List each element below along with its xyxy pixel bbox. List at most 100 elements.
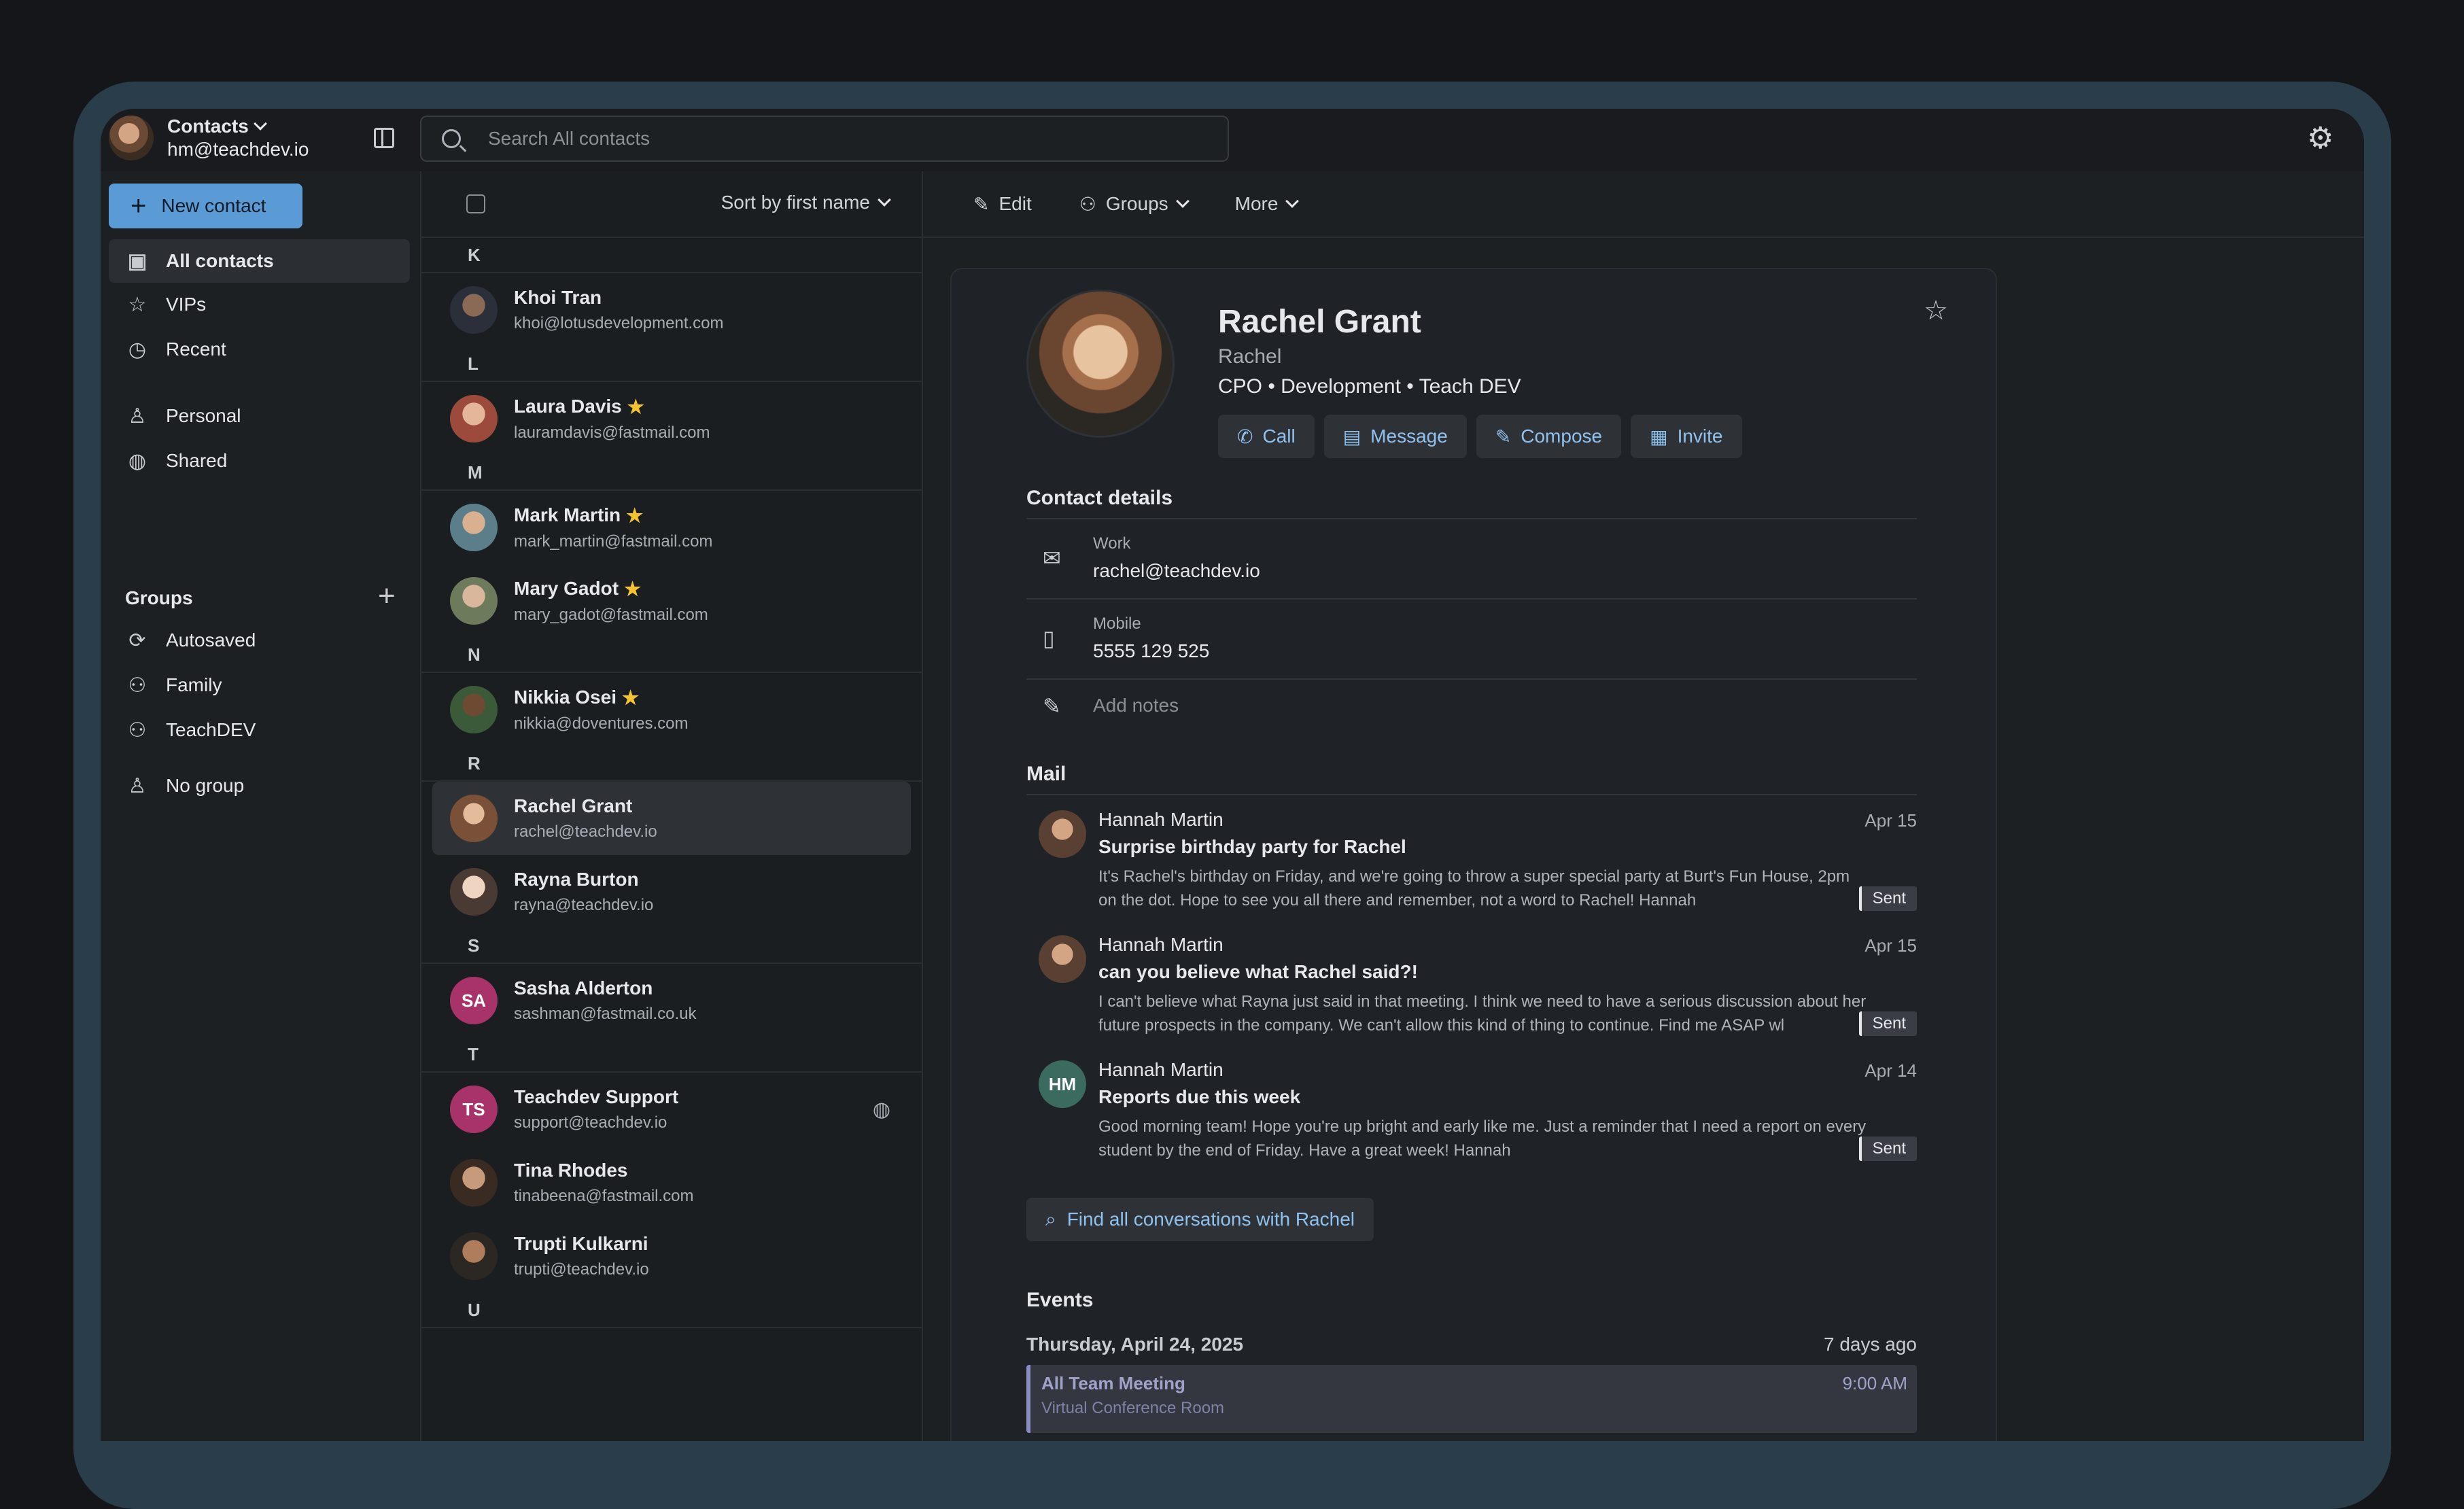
- invite-label: Invite: [1677, 426, 1723, 447]
- mobile-field[interactable]: ▯ Mobile 5555 129 525: [1026, 600, 1917, 678]
- contacts-window: Contacts hm@teachdev.io Search All conta…: [101, 109, 2364, 1441]
- list-item[interactable]: Mark Martin ★ mark_martin@fastmail.com: [432, 491, 911, 564]
- sidebar-item-shared[interactable]: ◍ Shared: [109, 439, 410, 483]
- sort-label: Sort by first name: [721, 192, 870, 213]
- event-title: All Team Meeting: [1041, 1373, 1185, 1393]
- list-item[interactable]: Rachel Grant rachel@teachdev.io: [432, 782, 911, 855]
- mail-item[interactable]: Hannah Martin Apr 15 Surprise birthday p…: [1026, 795, 1917, 918]
- sidebar-item-label: TeachDEV: [166, 719, 256, 740]
- contact-detail-pane: ✎ Edit ⚇ Groups More Rachel Grant Rachel C…: [923, 171, 2364, 1441]
- compose-button[interactable]: ✎ Compose: [1476, 415, 1622, 458]
- list-item[interactable]: Mary Gadot ★ mary_gadot@fastmail.com: [432, 564, 911, 638]
- list-item[interactable]: Tina Rhodes tinabeena@fastmail.com: [432, 1146, 911, 1219]
- sidebar: + New contact ▣ All contacts ☆ VIPs ◷ Recent…: [101, 171, 420, 1441]
- people-icon: ⚇: [1079, 193, 1096, 215]
- avatar: [450, 577, 498, 625]
- select-all-checkbox[interactable]: [466, 194, 485, 213]
- event-relative-time: 7 days ago: [1824, 1334, 1917, 1355]
- search-input[interactable]: Search All contacts: [488, 128, 650, 150]
- event-item[interactable]: All Team Meeting 9:00 AM Virtual Confere…: [1026, 1365, 1917, 1433]
- letter-header: M: [421, 455, 922, 491]
- sidebar-toggle-icon[interactable]: [374, 128, 394, 148]
- field-value[interactable]: 5555 129 525: [1093, 640, 1209, 662]
- sidebar-item-teachdev[interactable]: ⚇ TeachDEV: [109, 708, 410, 752]
- field-label: Work: [1093, 534, 1131, 553]
- contact-card: Rachel Grant Rachel CPO • Development • …: [950, 268, 1997, 1441]
- field-label: Mobile: [1093, 614, 1141, 633]
- list-item[interactable]: Trupti Kulkarni trupti@teachdev.io: [432, 1219, 911, 1293]
- avatar: [450, 1159, 498, 1207]
- list-item[interactable]: Khoi Tran khoi@lotusdevelopment.com: [432, 273, 911, 347]
- sidebar-item-no-group[interactable]: ♙ No group: [109, 764, 410, 808]
- profile-name: Rachel Grant: [1218, 304, 1421, 340]
- top-bar: Contacts hm@teachdev.io Search All conta…: [101, 109, 2364, 171]
- plus-icon: +: [131, 190, 147, 221]
- list-item[interactable]: TS Teachdev Support support@teachdev.io ◍: [432, 1073, 911, 1146]
- sidebar-item-family[interactable]: ⚇ Family: [109, 663, 410, 707]
- sort-dropdown[interactable]: Sort by first name: [721, 192, 891, 213]
- sidebar-item-recent[interactable]: ◷ Recent: [109, 328, 410, 371]
- sidebar-item-personal[interactable]: ♙ Personal: [109, 394, 410, 438]
- star-icon[interactable]: ☆: [1924, 295, 1948, 326]
- notes-field[interactable]: ✎ Add notes: [1026, 680, 1917, 734]
- sidebar-item-vips[interactable]: ☆ VIPs: [109, 283, 410, 326]
- contact-email: khoi@lotusdevelopment.com: [514, 314, 724, 332]
- contact-details-heading: Contact details: [1026, 487, 1173, 509]
- letter-header: R: [421, 746, 922, 782]
- letter-header: U: [421, 1293, 922, 1328]
- list-item[interactable]: Rayna Burton rayna@teachdev.io: [432, 855, 911, 929]
- work-email-field[interactable]: ✉ Work rachel@teachdev.io: [1026, 519, 1917, 598]
- find-conversations-button[interactable]: ⌕ Find all conversations with Rachel: [1026, 1198, 1374, 1241]
- field-value[interactable]: rachel@teachdev.io: [1093, 560, 1260, 582]
- groups-label: Groups: [1105, 193, 1168, 214]
- mail-subject: Surprise birthday party for Rachel: [1098, 836, 1406, 857]
- contact-name: Khoi Tran: [514, 287, 602, 308]
- account-switcher[interactable]: Contacts hm@teachdev.io: [109, 116, 309, 160]
- call-button[interactable]: ✆ Call: [1218, 415, 1315, 458]
- globe-icon: ◍: [872, 1098, 890, 1121]
- invite-button[interactable]: ▦ Invite: [1631, 415, 1742, 458]
- mail-item[interactable]: HM Hannah Martin Apr 14 Reports due this…: [1026, 1045, 1917, 1168]
- list-item[interactable]: Nikkia Osei ★ nikkia@doventures.com: [432, 673, 911, 746]
- mail-date: Apr 14: [1864, 1060, 1917, 1081]
- status-badge: Sent: [1858, 1011, 1917, 1036]
- new-contact-button[interactable]: + New contact: [109, 184, 302, 228]
- add-group-icon[interactable]: +: [378, 579, 396, 613]
- globe-icon: ◍: [128, 449, 147, 472]
- contact-name: Mary Gadot: [514, 578, 619, 599]
- mail-date: Apr 15: [1864, 935, 1917, 956]
- message-button[interactable]: ▤ Message: [1323, 415, 1467, 458]
- letter-header: K: [421, 238, 922, 273]
- gear-icon[interactable]: ⚙: [2307, 124, 2337, 154]
- people-icon: ⚇: [128, 674, 147, 697]
- sidebar-item-autosaved[interactable]: ⟳ Autosaved: [109, 619, 410, 662]
- contact-name: Nikkia Osei: [514, 687, 617, 708]
- contact-email: nikkia@doventures.com: [514, 714, 689, 733]
- groups-button[interactable]: ⚇ Groups: [1079, 193, 1190, 215]
- sidebar-item-all-contacts[interactable]: ▣ All contacts: [109, 239, 410, 283]
- more-button[interactable]: More: [1235, 193, 1300, 215]
- new-contact-label: New contact: [161, 195, 266, 216]
- notes-placeholder[interactable]: Add notes: [1093, 695, 1179, 716]
- list-item[interactable]: SA Sasha Alderton sashman@fastmail.co.uk: [432, 964, 911, 1037]
- chevron-down-icon: [1175, 194, 1190, 208]
- mail-subject: can you believe what Rachel said?!: [1098, 961, 1418, 982]
- person-icon: ♙: [128, 774, 147, 797]
- mail-icon: ✉: [1043, 546, 1061, 570]
- avatar: [1039, 810, 1086, 858]
- status-badge: Sent: [1858, 886, 1917, 911]
- search-bar[interactable]: Search All contacts: [420, 116, 1229, 162]
- edit-button[interactable]: ✎ Edit: [973, 193, 1032, 215]
- avatar: [1039, 935, 1086, 983]
- vip-star-icon: ★: [627, 396, 644, 417]
- sidebar-item-label: Family: [166, 674, 222, 695]
- list-item[interactable]: Laura Davis ★ lauramdavis@fastmail.com: [432, 382, 911, 455]
- contact-email: sashman@fastmail.co.uk: [514, 1005, 697, 1023]
- contact-email: trupti@teachdev.io: [514, 1260, 649, 1279]
- events-heading: Events: [1026, 1289, 1094, 1311]
- sidebar-item-label: Recent: [166, 339, 226, 360]
- chevron-down-icon: [1285, 194, 1300, 208]
- calendar-icon: ▦: [1650, 426, 1668, 447]
- contact-name: Rayna Burton: [514, 869, 639, 890]
- mail-item[interactable]: Hannah Martin Apr 15 can you believe wha…: [1026, 920, 1917, 1043]
